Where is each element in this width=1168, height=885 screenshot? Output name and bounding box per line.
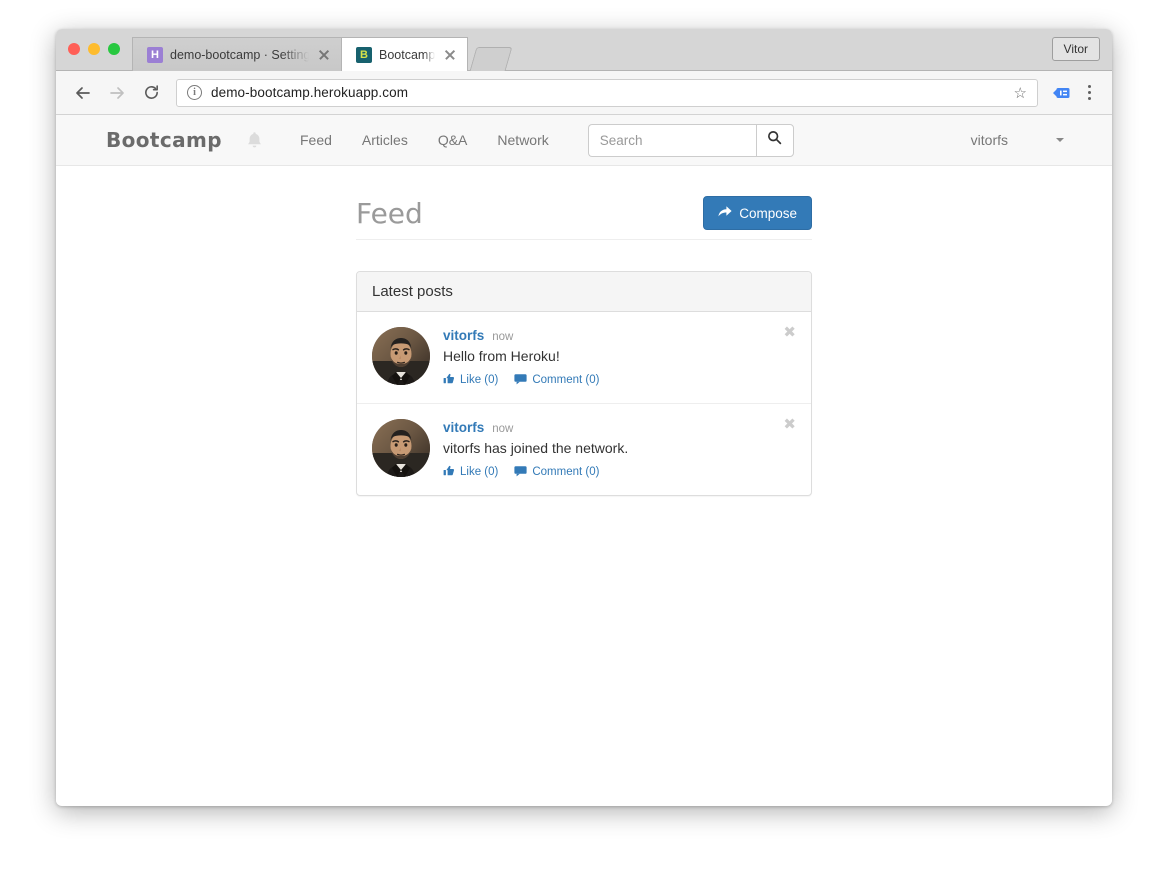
post-item: vitorfs now vitorfs has joined the netwo…	[357, 404, 811, 495]
chevron-down-icon	[1056, 138, 1064, 142]
search-icon	[767, 130, 782, 150]
like-button[interactable]: Like (0)	[443, 465, 498, 480]
browser-tab-strip: H demo-bootcamp · Settings | He B Bootca…	[56, 29, 1112, 71]
post-meta: vitorfs now	[443, 420, 796, 435]
like-label: Like (0)	[460, 374, 499, 387]
search-button[interactable]	[755, 123, 794, 157]
post-item: vitorfs now Hello from Heroku! Like (0) …	[357, 312, 811, 404]
nav-link-articles[interactable]: Articles	[347, 115, 423, 166]
close-window-button[interactable]	[68, 43, 80, 55]
tab-title: demo-bootcamp · Settings | He	[170, 47, 309, 62]
reload-icon[interactable]	[136, 78, 166, 108]
star-icon[interactable]: ☆	[1014, 84, 1027, 102]
comment-label: Comment (0)	[532, 374, 600, 387]
forward-arrow-icon	[102, 78, 132, 108]
post-text: Hello from Heroku!	[443, 348, 560, 364]
site-brand[interactable]: Bootcamp	[106, 128, 222, 152]
post-author-link[interactable]: vitorfs	[443, 420, 484, 435]
tab-close-icon[interactable]	[317, 48, 331, 62]
post-actions: Like (0) Comment (0)	[443, 465, 796, 480]
nav-links: Feed Articles Q&A Network	[285, 115, 564, 166]
page-title: Feed	[356, 197, 423, 231]
browser-profile-button[interactable]: Vitor	[1051, 37, 1100, 61]
post-body: vitorfs now Hello from Heroku! Like (0) …	[443, 327, 796, 388]
latest-posts-panel: Latest posts vitorfs now Hello from Hero…	[356, 271, 812, 496]
address-bar[interactable]: i demo-bootcamp.herokuapp.com ☆	[176, 78, 1038, 107]
browser-toolbar: i demo-bootcamp.herokuapp.com ☆	[56, 71, 1112, 115]
tab-title: Bootcamp	[379, 47, 436, 62]
like-button[interactable]: Like (0)	[443, 373, 498, 388]
user-avatar[interactable]	[372, 327, 430, 385]
post-body: vitorfs now vitorfs has joined the netwo…	[443, 419, 796, 480]
heroku-icon: H	[147, 46, 163, 63]
url-text: demo-bootcamp.herokuapp.com	[211, 85, 409, 100]
page-content: Feed Compose Latest posts vitorfs now He…	[56, 166, 1112, 496]
compose-button[interactable]: Compose	[703, 196, 812, 230]
bootcamp-icon: B	[356, 46, 372, 63]
minimize-window-button[interactable]	[88, 43, 100, 55]
share-arrow-icon	[718, 205, 732, 221]
thumbs-up-icon	[443, 465, 455, 480]
post-timestamp: now	[492, 422, 514, 435]
like-label: Like (0)	[460, 466, 499, 479]
web-page: Bootcamp Feed Articles Q&A Network Searc…	[56, 115, 1112, 805]
page-header: Feed Compose	[356, 196, 812, 240]
comment-button[interactable]: Comment (0)	[514, 465, 599, 480]
comment-button[interactable]: Comment (0)	[514, 373, 599, 388]
post-meta: vitorfs now	[443, 328, 796, 343]
content-container: Feed Compose Latest posts vitorfs now He…	[356, 196, 812, 496]
navbar-user-menu[interactable]: vitorfs	[971, 132, 1112, 148]
panel-header: Latest posts	[357, 272, 811, 312]
browser-tab-bootcamp[interactable]: B Bootcamp	[341, 37, 469, 71]
post-timestamp: now	[492, 331, 514, 343]
nav-link-feed[interactable]: Feed	[285, 115, 347, 166]
kebab-menu-icon[interactable]	[1078, 85, 1100, 100]
browser-tab-heroku[interactable]: H demo-bootcamp · Settings | He	[132, 37, 342, 71]
search-input[interactable]	[587, 123, 756, 157]
comment-bubble-icon	[514, 465, 527, 480]
post-text: vitorfs has joined the network.	[443, 439, 629, 456]
desktop-background: H demo-bootcamp · Settings | He B Bootca…	[0, 0, 1168, 885]
new-tab-button[interactable]	[469, 47, 513, 71]
post-author-link[interactable]: vitorfs	[443, 328, 484, 343]
browser-window: H demo-bootcamp · Settings | He B Bootca…	[56, 29, 1112, 806]
comment-bubble-icon	[514, 373, 527, 388]
close-icon[interactable]: ✖	[783, 325, 796, 340]
info-circle-icon[interactable]: i	[187, 85, 202, 100]
close-icon[interactable]: ✖	[783, 417, 796, 432]
search-group	[587, 123, 794, 157]
nav-link-network[interactable]: Network	[482, 115, 563, 166]
profile-name: Vitor	[1063, 42, 1088, 56]
back-arrow-icon[interactable]	[68, 78, 98, 108]
bell-icon[interactable]	[246, 131, 263, 150]
extension-icon[interactable]	[1051, 82, 1073, 104]
tab-list: H demo-bootcamp · Settings | He B Bootca…	[132, 37, 513, 71]
compose-button-label: Compose	[739, 205, 797, 221]
window-controls	[68, 43, 120, 55]
user-avatar[interactable]	[372, 418, 430, 477]
comment-label: Comment (0)	[532, 466, 600, 479]
nav-link-qa[interactable]: Q&A	[423, 115, 483, 166]
site-navbar: Bootcamp Feed Articles Q&A Network Searc…	[56, 115, 1112, 166]
tab-close-icon[interactable]	[443, 48, 457, 62]
thumbs-up-icon	[443, 373, 455, 388]
maximize-window-button[interactable]	[108, 43, 120, 55]
post-actions: Like (0) Comment (0)	[443, 373, 796, 388]
navbar-username: vitorfs	[970, 132, 1008, 148]
